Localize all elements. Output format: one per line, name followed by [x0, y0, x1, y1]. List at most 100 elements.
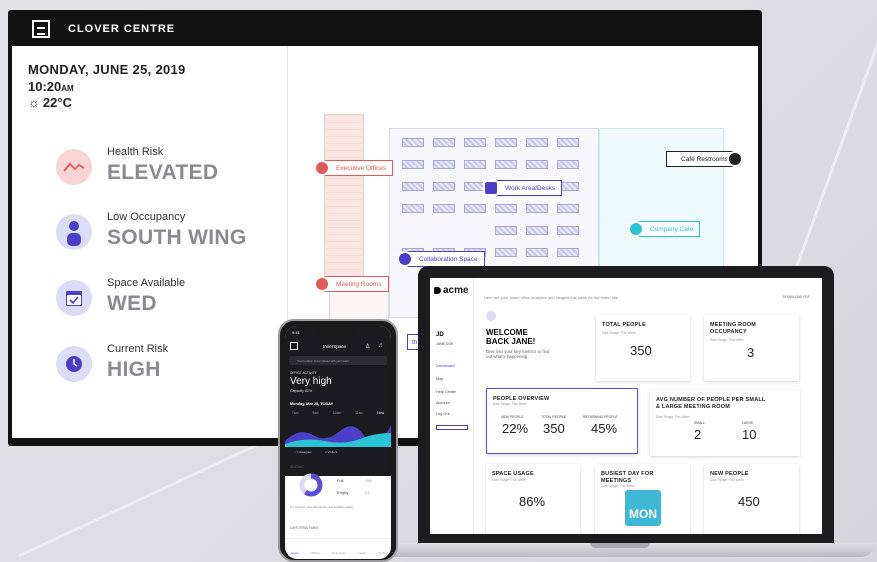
- clock-icon: [56, 346, 92, 382]
- activity-chart: [285, 425, 391, 447]
- seating-label: SEATING: [290, 465, 304, 469]
- stat-space-available: Space Available WED: [56, 273, 286, 323]
- time-text: 10:20AM: [28, 79, 74, 94]
- chat-icon: [314, 276, 330, 292]
- tab-resources[interactable]: Resources: [332, 551, 345, 555]
- tab-home[interactable]: Home: [291, 551, 298, 555]
- status-panel: MONDAY, JUNE 25, 2019 10:20AM ☼ 22°C Heal…: [12, 46, 288, 438]
- sun-icon: ☼: [28, 95, 40, 110]
- desk: [557, 204, 579, 213]
- stat-label: Low Occupancy: [107, 211, 186, 223]
- stat-current-risk: Current Risk HIGH: [56, 339, 286, 389]
- executive-area: [324, 114, 364, 284]
- seating-donut: [299, 473, 323, 497]
- clover-logo-icon: [32, 20, 50, 38]
- trend-line-icon: [56, 149, 92, 185]
- card-people-overview[interactable]: PEOPLE OVERVIEW Date Range: This Week NE…: [486, 388, 638, 454]
- group-icon: [397, 251, 413, 267]
- card-avg-meeting-room[interactable]: AVG NUMBER OF PEOPLE PER SMALL & LARGE M…: [650, 390, 800, 456]
- app-logo-icon: [290, 342, 298, 350]
- star-icon: [314, 160, 330, 176]
- desk: [526, 226, 548, 235]
- phone: 9:41 InnerSpace ♙ ♫ Your location is not…: [278, 319, 398, 562]
- card-new-people[interactable]: NEW PEOPLE Date Range: This Week 450: [704, 464, 799, 534]
- desk: [464, 138, 486, 147]
- collaboration-pin[interactable]: Collaboration Space: [397, 251, 485, 267]
- search-input[interactable]: Your location is not shared with your te…: [289, 356, 387, 365]
- cup-icon: [628, 221, 644, 237]
- desk: [402, 204, 424, 213]
- stat-value: HIGH: [107, 358, 161, 381]
- desk: [433, 138, 455, 147]
- desk: [433, 182, 455, 191]
- calendar-check-icon: [56, 280, 92, 316]
- nav-map[interactable]: Map: [436, 377, 443, 381]
- desk: [526, 138, 548, 147]
- welcome-subtitle: Dive into your key metrics to find out w…: [486, 349, 550, 359]
- seating-full-label: Full: [337, 478, 344, 483]
- card-space-usage[interactable]: SPACE USAGE Date Range: This Week 86%: [486, 464, 580, 534]
- monitor-icon: [483, 180, 499, 196]
- desk: [495, 204, 517, 213]
- stat-label: Space Available: [107, 277, 186, 289]
- person-icon[interactable]: ♙: [365, 343, 370, 350]
- meeting-rooms-pin[interactable]: Meeting Rooms: [314, 276, 389, 292]
- temperature-text: ☼ 22°C: [28, 95, 72, 110]
- nav-account[interactable]: Account: [436, 401, 450, 405]
- seating-tip: Tip: 3rd Floor, west side has the most a…: [290, 506, 354, 509]
- download-pdf-link[interactable]: DOWNLOAD PDF: [783, 295, 810, 299]
- phone-screen: 9:41 InnerSpace ♙ ♫ Your location is not…: [285, 326, 391, 559]
- card-busiest-day[interactable]: BUSIEST DAY FOR MEETINGS Date Range: Thi…: [595, 464, 690, 534]
- cafe-restrooms-pin[interactable]: Café Restrooms: [666, 151, 743, 167]
- executive-offices-pin[interactable]: Executive Offices: [314, 160, 394, 176]
- wave-icon: [486, 311, 496, 321]
- legend-visitors: ● Visitors: [325, 450, 338, 454]
- legend-colleagues: ● Colleagues: [294, 450, 312, 454]
- tab-tools[interactable]: Tools: [378, 551, 385, 555]
- nav-button[interactable]: [436, 425, 468, 430]
- laptop: acme JD JANE DOE Dashboard Map Help Cent…: [418, 266, 834, 543]
- seating-empty-value: 23: [365, 490, 370, 495]
- desk: [495, 248, 517, 257]
- calendar-icon: MON: [625, 490, 661, 526]
- nav-log-out[interactable]: Log Out: [436, 412, 450, 416]
- status-time: 9:41: [292, 330, 300, 335]
- activity-label: OFFICE ACTIVITY: [290, 371, 317, 375]
- dashboard-sidebar: acme JD JANE DOE Dashboard Map Help Cent…: [430, 278, 474, 534]
- stat-label: Health Risk: [107, 146, 164, 158]
- stat-value: SOUTH WING: [107, 226, 247, 249]
- desk: [464, 160, 486, 169]
- stat-occupancy: Low Occupancy SOUTH WING: [56, 207, 286, 257]
- activity-value: Very high: [290, 376, 332, 387]
- header-line: Here are your smart office analytics and…: [484, 295, 620, 300]
- desk: [433, 204, 455, 213]
- desk: [557, 226, 579, 235]
- desk: [495, 226, 517, 235]
- desk: [464, 204, 486, 213]
- nav-help-center[interactable]: Help Center: [436, 390, 456, 394]
- seating-full-value: 156: [365, 478, 372, 483]
- date-text: MONDAY, JUNE 25, 2019: [28, 62, 186, 77]
- restroom-icon: [726, 151, 743, 167]
- capacity-text: Capacity 82%: [290, 389, 313, 393]
- card-total-people[interactable]: TOTAL PEOPLE Date Range: This Week 350: [596, 315, 690, 381]
- acme-logo: acme: [434, 285, 469, 296]
- desk: [526, 204, 548, 213]
- card-meeting-occupancy[interactable]: MEETING ROOM OCCUPANCY Date Range: This …: [704, 315, 799, 381]
- desk: [402, 138, 424, 147]
- desk: [526, 160, 548, 169]
- tab-offices[interactable]: Offices: [311, 551, 320, 555]
- tab-lanes[interactable]: Lanes: [358, 551, 366, 555]
- tv-header: CLOVER CENTRE: [16, 10, 762, 48]
- work-area-pin[interactable]: Work Area/Desks: [483, 180, 563, 196]
- company-cafe-pin[interactable]: Company Cafe: [628, 221, 701, 237]
- desk: [557, 160, 579, 169]
- nav-dashboard[interactable]: Dashboard: [436, 364, 455, 368]
- tv-title: CLOVER CENTRE: [68, 23, 176, 35]
- app-title: InnerSpace: [323, 344, 347, 349]
- user-initials: JD: [436, 332, 444, 338]
- stat-health-risk: Health Risk ELEVATED: [56, 142, 286, 192]
- desk: [402, 182, 424, 191]
- acme-logo-icon: [434, 287, 441, 294]
- bell-icon[interactable]: ♫: [378, 343, 383, 349]
